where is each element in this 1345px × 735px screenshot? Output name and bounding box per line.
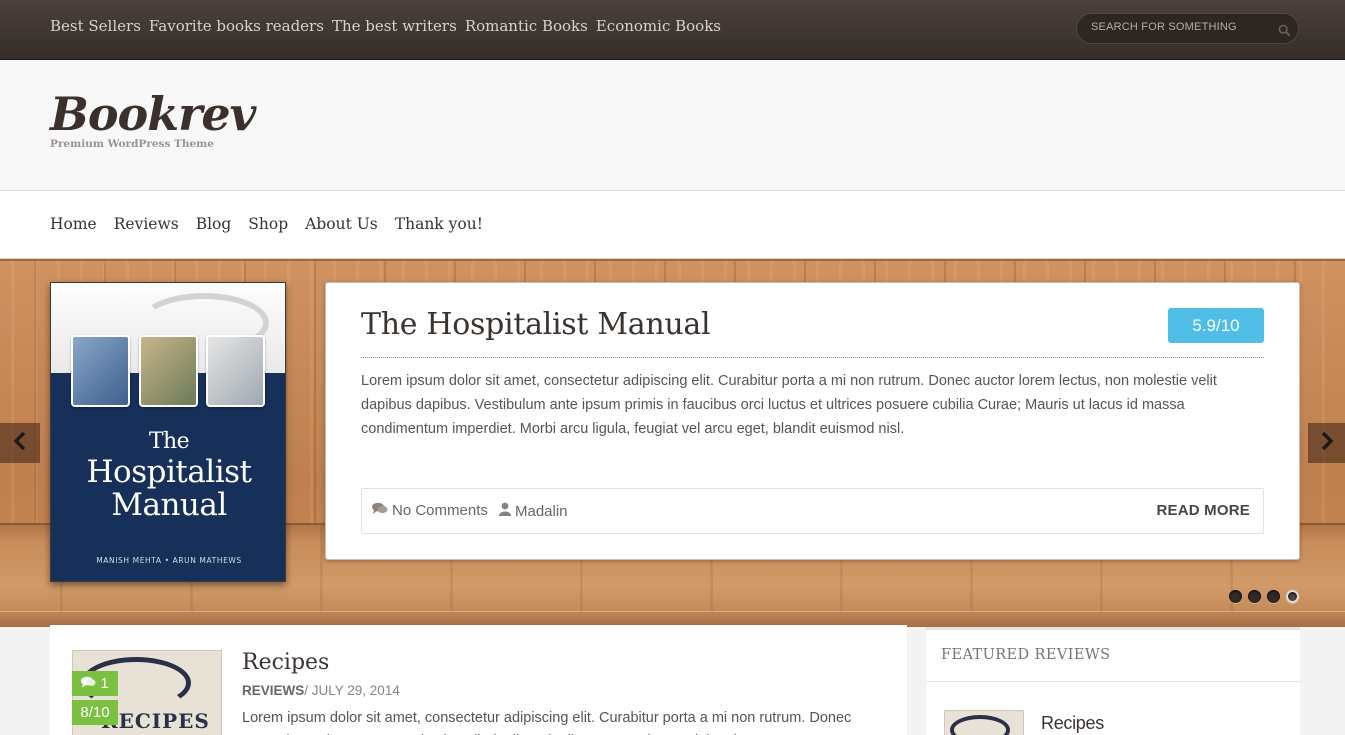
user-icon — [499, 502, 511, 520]
slide-excerpt: Lorem ipsum dolor sit amet, consectetur … — [361, 373, 1217, 437]
slider-dot-1[interactable] — [1229, 590, 1242, 603]
widget-divider — [926, 681, 1300, 682]
menu-item-home[interactable]: Home — [50, 215, 97, 233]
slider-next-button[interactable] — [1308, 423, 1345, 463]
book-cover-image[interactable]: The Hospitalist Manual MANISH MEHTA • AR… — [50, 282, 286, 582]
chevron-left-icon — [13, 431, 27, 455]
top-nav-link-romantic-books[interactable]: Romantic Books — [465, 17, 588, 35]
chevron-right-icon — [1320, 431, 1334, 455]
search-box — [1076, 13, 1299, 44]
slider-dot-4[interactable] — [1286, 590, 1299, 603]
score-badge: 5.9/10 — [1168, 308, 1264, 343]
slide-title[interactable]: The Hospitalist Manual — [361, 307, 711, 342]
post-score-badge: 8/10 — [72, 700, 118, 725]
slider-dot-2[interactable] — [1248, 590, 1261, 603]
ornament-graphic — [950, 715, 1010, 735]
comments-icon — [372, 502, 388, 519]
menu-item-thank-you[interactable]: Thank you! — [395, 215, 483, 233]
top-nav-link-economic-books[interactable]: Economic Books — [596, 17, 721, 35]
cover-photo-syringe — [206, 335, 265, 407]
top-bar: Best Sellers Favorite books readers The … — [0, 0, 1345, 60]
post-list: RECIPES 1 8/10 Recipes REVIEWS/ JULY 29,… — [50, 625, 907, 735]
book-cover-authors: MANISH MEHTA • ARUN MATHEWS — [96, 556, 242, 565]
post-meta: REVIEWS/ JULY 29, 2014 — [242, 683, 400, 698]
featured-reviews-widget: FEATURED REVIEWS Recipes — [926, 627, 1300, 735]
slider-dot-3[interactable] — [1267, 590, 1280, 603]
slide-meta-bar: No Comments Madalin READ MORE — [361, 488, 1264, 534]
post-category[interactable]: REVIEWS — [242, 683, 304, 698]
menu-item-reviews[interactable]: Reviews — [114, 215, 179, 233]
top-nav-link-favorite-books-readers[interactable]: Favorite books readers — [149, 17, 324, 35]
post-title[interactable]: Recipes — [242, 650, 329, 675]
site-header: Bookrev Premium WordPress Theme — [0, 60, 1345, 191]
top-nav-link-best-sellers[interactable]: Best Sellers — [50, 17, 141, 35]
book-cover-title: The Hospitalist Manual — [86, 429, 253, 523]
widget-title: FEATURED REVIEWS — [941, 647, 1111, 663]
comments-link[interactable]: No Comments — [372, 502, 488, 519]
top-nav-link-best-writers[interactable]: The best writers — [332, 17, 457, 35]
comment-icon — [81, 675, 100, 692]
menu-item-shop[interactable]: Shop — [248, 215, 288, 233]
menu-item-about-us[interactable]: About Us — [305, 215, 378, 233]
cover-photo-stethoscope — [71, 335, 130, 407]
post-date: / JULY 29, 2014 — [304, 683, 400, 698]
post-excerpt: Lorem ipsum dolor sit amet, consectetur … — [242, 710, 860, 735]
author-link[interactable]: Madalin — [499, 502, 568, 520]
featured-slider: The Hospitalist Manual MANISH MEHTA • AR… — [0, 259, 1345, 627]
featured-review-title[interactable]: Recipes — [1041, 713, 1104, 734]
comment-count-badge[interactable]: 1 — [72, 671, 118, 696]
top-nav: Best Sellers Favorite books readers The … — [50, 17, 721, 35]
slider-pagination — [1229, 590, 1299, 603]
slide-card: The Hospitalist Manual 5.9/10 Lorem ipsu… — [325, 282, 1300, 560]
menu-item-blog[interactable]: Blog — [196, 215, 232, 233]
search-icon[interactable] — [1278, 22, 1291, 41]
search-input[interactable] — [1091, 21, 1271, 33]
site-tagline: Premium WordPress Theme — [50, 138, 214, 150]
read-more-link[interactable]: READ MORE — [1157, 502, 1250, 519]
main-menu: Home Reviews Blog Shop About Us Thank yo… — [0, 191, 1345, 259]
slider-prev-button[interactable] — [0, 423, 40, 463]
site-logo[interactable]: Bookrev — [50, 87, 256, 141]
cover-photo-iv-bag — [139, 335, 198, 407]
title-divider — [361, 357, 1264, 358]
featured-review-thumbnail[interactable] — [944, 710, 1024, 735]
